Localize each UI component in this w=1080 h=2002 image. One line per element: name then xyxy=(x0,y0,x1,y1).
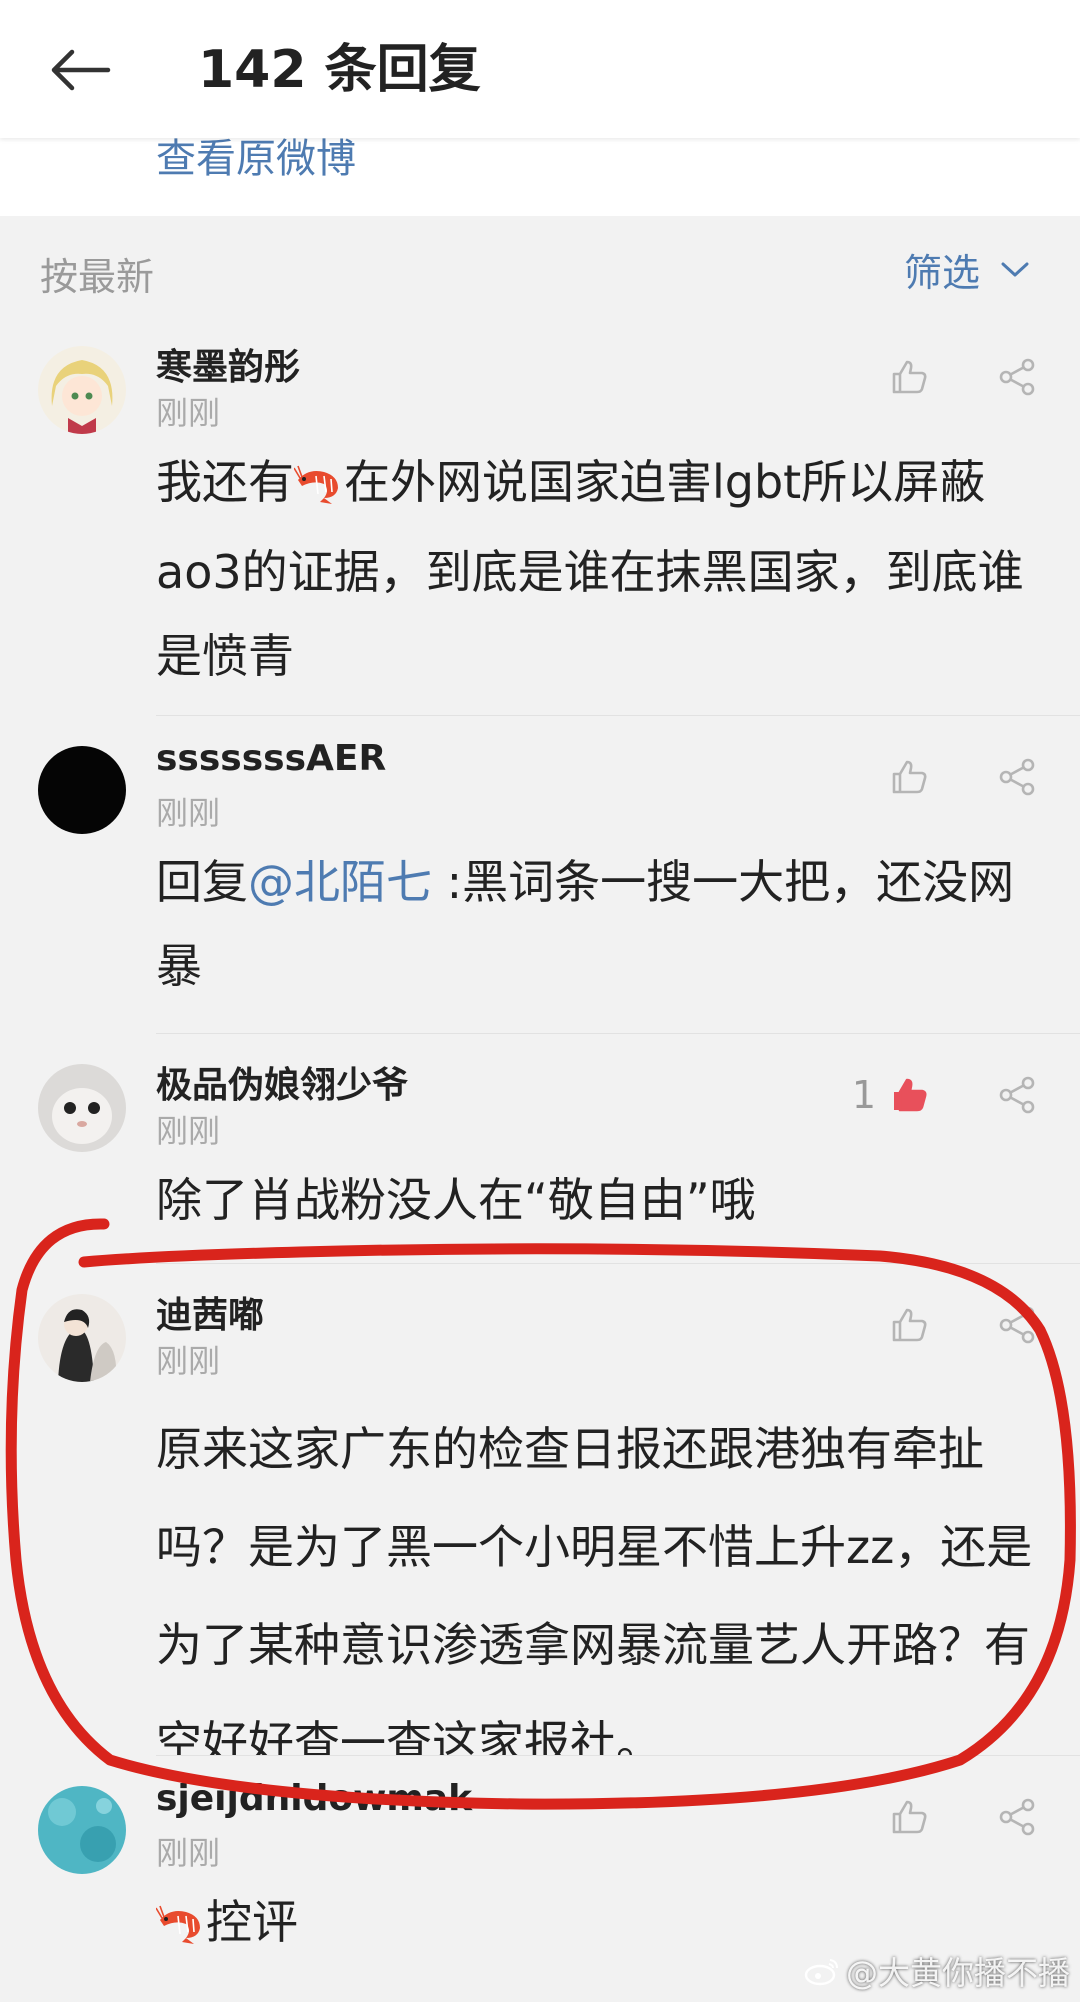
thumbs-up-icon xyxy=(886,1302,932,1348)
comment-text: 原来这家广东的检查日报还跟港独有牵扯吗？是为了黑一个小明星不惜上升zz，还是为了… xyxy=(156,1422,1033,1770)
top-bar: 142 条回复 xyxy=(0,0,1080,138)
reply-prefix: 回复 xyxy=(156,855,248,909)
share-icon[interactable] xyxy=(994,1794,1040,1840)
comment-item: 寒墨韵彤 刚刚 我还有 在外网说国家迫害lgbt所以屏蔽ao3的证据，到底是谁在抹… xyxy=(0,316,1080,716)
shrimp-emoji-icon xyxy=(155,1886,206,1970)
comment-item: sssssssAER 刚刚 回复@北陌七 :黑词条一搜一大把，还没网暴 xyxy=(0,716,1080,1034)
comment-time: 刚刚 xyxy=(156,794,221,832)
like-count: 1 xyxy=(851,1073,876,1117)
page-title: 142 条回复 xyxy=(198,40,481,100)
comment-username[interactable]: 寒墨韵彤 xyxy=(156,338,300,390)
comment-username[interactable]: sjeijdnidowmak xyxy=(156,1778,472,1819)
watermark: @大黄你播不播 xyxy=(804,1948,1070,1994)
like-button[interactable] xyxy=(876,354,932,400)
avatar[interactable] xyxy=(38,1294,126,1382)
comment-item: 迪茜嘟 刚刚 原来这家广东的检查日报还跟港独有牵扯吗？是为了黑一个小明星不惜上升… xyxy=(0,1264,1080,1770)
shrimp-emoji-icon xyxy=(293,446,344,530)
comment-actions xyxy=(876,1794,1040,1840)
like-button[interactable] xyxy=(876,1302,932,1348)
comment-text: 除了肖战粉没人在“敬自由”哦 xyxy=(156,1173,756,1227)
filter-label: 筛选 xyxy=(903,251,980,295)
comment-actions xyxy=(876,354,1040,400)
like-button[interactable]: 1 xyxy=(852,1072,932,1118)
share-icon[interactable] xyxy=(994,354,1040,400)
chevron-down-icon xyxy=(1001,262,1029,276)
thumbs-up-icon xyxy=(886,754,932,800)
comment-time: 刚刚 xyxy=(156,1342,221,1380)
like-button[interactable] xyxy=(876,754,932,800)
weibo-logo-icon xyxy=(804,1959,838,1986)
comment-text-part: 控评 xyxy=(206,1895,298,1949)
filter-button[interactable]: 筛选 xyxy=(904,242,1030,297)
comment-text-part: 我还有 xyxy=(156,455,294,509)
view-original-bar: 查看原微博 xyxy=(0,138,1080,216)
comment-actions: 1 xyxy=(852,1072,1040,1118)
like-button[interactable] xyxy=(876,1794,932,1840)
sort-bar: 按最新 筛选 xyxy=(0,216,1080,317)
sort-latest-label[interactable]: 按最新 xyxy=(40,246,154,301)
thumbs-up-icon xyxy=(886,1072,932,1118)
comment-time: 刚刚 xyxy=(156,1834,221,1872)
comment-time: 刚刚 xyxy=(156,394,221,432)
comment-text: 我还有 在外网说国家迫害lgbt所以屏蔽ao3的证据，到底是谁在抹黑国家，到底谁是… xyxy=(156,440,1042,698)
back-button[interactable] xyxy=(40,30,120,110)
watermark-text: @大黄你播不播 xyxy=(845,1954,1070,1992)
view-original-link[interactable]: 查看原微博 xyxy=(156,138,356,180)
comment-actions xyxy=(876,754,1040,800)
comment-actions xyxy=(876,1302,1040,1348)
share-icon[interactable] xyxy=(994,1072,1040,1118)
share-icon[interactable] xyxy=(994,754,1040,800)
mention-link[interactable]: @北陌七 xyxy=(248,855,432,909)
avatar[interactable] xyxy=(38,1064,126,1152)
comment-username[interactable]: 极品伪娘翎少爷 xyxy=(156,1056,408,1108)
comment-text: 回复@北陌七 :黑词条一搜一大把，还没网暴 xyxy=(156,840,1042,1008)
avatar[interactable] xyxy=(38,746,126,834)
thumbs-up-icon xyxy=(886,1794,932,1840)
share-icon[interactable] xyxy=(994,1302,1040,1348)
back-arrow-icon xyxy=(51,49,111,91)
thumbs-up-icon xyxy=(886,354,932,400)
avatar[interactable] xyxy=(38,346,126,434)
comment-username[interactable]: 迪茜嘟 xyxy=(156,1286,264,1338)
comment-time: 刚刚 xyxy=(156,1112,221,1150)
comment-item: 极品伪娘翎少爷 刚刚 1 除了肖战粉没人在“敬自由”哦 xyxy=(0,1034,1080,1264)
comment-username[interactable]: sssssssAER xyxy=(156,738,386,779)
avatar[interactable] xyxy=(38,1786,126,1874)
